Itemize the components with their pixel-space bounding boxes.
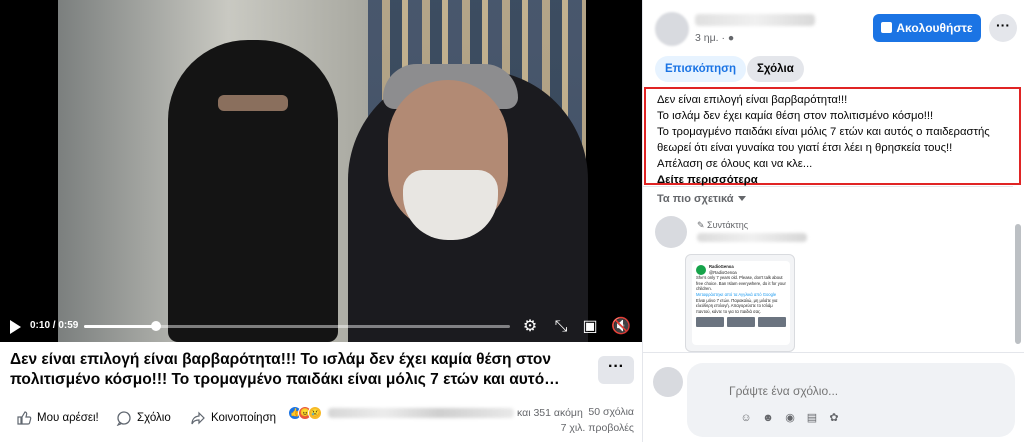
more-options-button[interactable]: ···: [598, 356, 634, 384]
follow-button[interactable]: Ακολουθήστε: [873, 14, 981, 42]
progress-handle[interactable]: [151, 321, 162, 331]
post-options-button[interactable]: ···: [989, 14, 1017, 42]
follow-page-icon: [881, 22, 893, 33]
thumbs-up-icon: [16, 410, 32, 426]
scrollbar[interactable]: [1015, 224, 1021, 344]
tweet-card: RadioGenoa @RadioGenoa She's only 7 years…: [692, 261, 790, 345]
divider: [643, 186, 1013, 187]
author-name-blurred[interactable]: [695, 14, 815, 26]
gif-icon[interactable]: ▤: [805, 411, 819, 425]
user-avatar: [653, 367, 683, 397]
comment-composer: ☺ ☻ ◉ ▤ ✿: [643, 352, 1024, 442]
sticker-icon[interactable]: ✿: [827, 411, 841, 425]
post-text-line: θεωρεί ότι είναι γυναίκα του γιατί έτσι …: [657, 142, 953, 154]
tab-overview[interactable]: Επισκόπηση: [655, 56, 746, 82]
comments-count[interactable]: 50 σχόλια: [588, 406, 634, 418]
progress-fill: [84, 325, 157, 328]
author-avatar[interactable]: [655, 12, 689, 46]
comment-input[interactable]: [729, 384, 949, 398]
share-button[interactable]: Κοινοποίηση: [190, 410, 276, 426]
video-column: 0:10 / 0:59 ⚙ ⤡ ▣ 🔇 Δεν είναι επιλογή εί…: [0, 0, 642, 442]
video-controls: 0:10 / 0:59 ⚙ ⤡ ▣ 🔇: [0, 312, 642, 342]
post-actions: Μου αρέσει! Σχόλιο Κοινοποίηση 👍 😠 😢 και: [0, 404, 642, 442]
post-text-line: Το ισλάμ δεν έχει καμία θέση στον πολιτι…: [657, 110, 934, 122]
sad-reaction-icon: 😢: [308, 406, 322, 420]
post-text-line: Απέλαση σε όλους και να κλε...: [657, 158, 813, 170]
comment-icon: [116, 410, 132, 427]
share-label: Κοινοποίηση: [211, 412, 277, 424]
views-count: 7 χιλ. προβολές: [560, 422, 634, 434]
globe-icon: ●: [727, 32, 735, 44]
picture-in-picture-icon[interactable]: ▣: [580, 317, 600, 337]
share-icon: [190, 410, 206, 426]
reaction-summary[interactable]: 👍 😠 😢 και 351 ακόμη: [288, 406, 583, 420]
post-title: Δεν είναι επιλογή είναι βαρβαρότητα!!! Τ…: [10, 351, 560, 388]
post-text-highlighted: Δεν είναι επιλογή είναι βαρβαρότητα!!! Τ…: [644, 87, 1021, 186]
author-badge: ✎ Συντάκτης: [697, 220, 749, 230]
commenter-name-blurred[interactable]: [697, 233, 807, 242]
post-sidebar: 3 ημ. · ● Ακολουθήστε ··· Επισκόπηση Σχό…: [642, 0, 1024, 442]
follow-label: Ακολουθήστε: [896, 21, 973, 35]
reactions-suffix: και 351 ακόμη: [517, 407, 583, 419]
chevron-down-icon: [737, 196, 746, 201]
composer-icons: ☺ ☻ ◉ ▤ ✿: [739, 411, 841, 425]
tweet-screenshot-image[interactable]: RadioGenoa @RadioGenoa She's only 7 years…: [685, 254, 795, 352]
video-player[interactable]: 0:10 / 0:59 ⚙ ⤡ ▣ 🔇: [0, 0, 642, 342]
progress-bar[interactable]: [84, 321, 510, 331]
reactor-names-blurred: [328, 408, 514, 418]
fullscreen-icon[interactable]: ⤡: [551, 317, 571, 337]
play-icon[interactable]: [10, 320, 21, 334]
like-label: Μου αρέσει!: [37, 412, 99, 424]
gear-icon[interactable]: ⚙: [520, 317, 540, 337]
comment-label: Σχόλιο: [137, 412, 171, 424]
comment-button[interactable]: Σχόλιο: [116, 410, 171, 427]
commenter-avatar[interactable]: [655, 216, 687, 248]
tab-comments[interactable]: Σχόλια: [747, 56, 804, 82]
like-button[interactable]: Μου αρέσει!: [16, 410, 99, 426]
comment-box[interactable]: ☺ ☻ ◉ ▤ ✿: [687, 363, 1015, 437]
facebook-video-viewer: 0:10 / 0:59 ⚙ ⤡ ▣ 🔇 Δεν είναι επιλογή εί…: [0, 0, 1024, 442]
post-text-line: Δεν είναι επιλογή είναι βαρβαρότητα!!!: [657, 94, 848, 106]
camera-icon[interactable]: ◉: [783, 411, 797, 425]
mute-icon[interactable]: 🔇: [611, 317, 631, 337]
video-frame: [58, 0, 588, 342]
video-time: 0:10 / 0:59: [30, 320, 79, 331]
tweet-avatar: [696, 264, 706, 275]
avatar-sticker-icon[interactable]: ☺: [739, 411, 753, 425]
comment-sort-dropdown[interactable]: Τα πιο σχετικά: [657, 193, 746, 205]
post-timestamp: 3 ημ. · ●: [695, 32, 735, 44]
emoji-icon[interactable]: ☻: [761, 411, 775, 425]
post-text-line: Το τρομαγμένο παιδάκι είναι μόλις 7 ετών…: [657, 126, 990, 138]
veiled-person: [168, 40, 338, 342]
